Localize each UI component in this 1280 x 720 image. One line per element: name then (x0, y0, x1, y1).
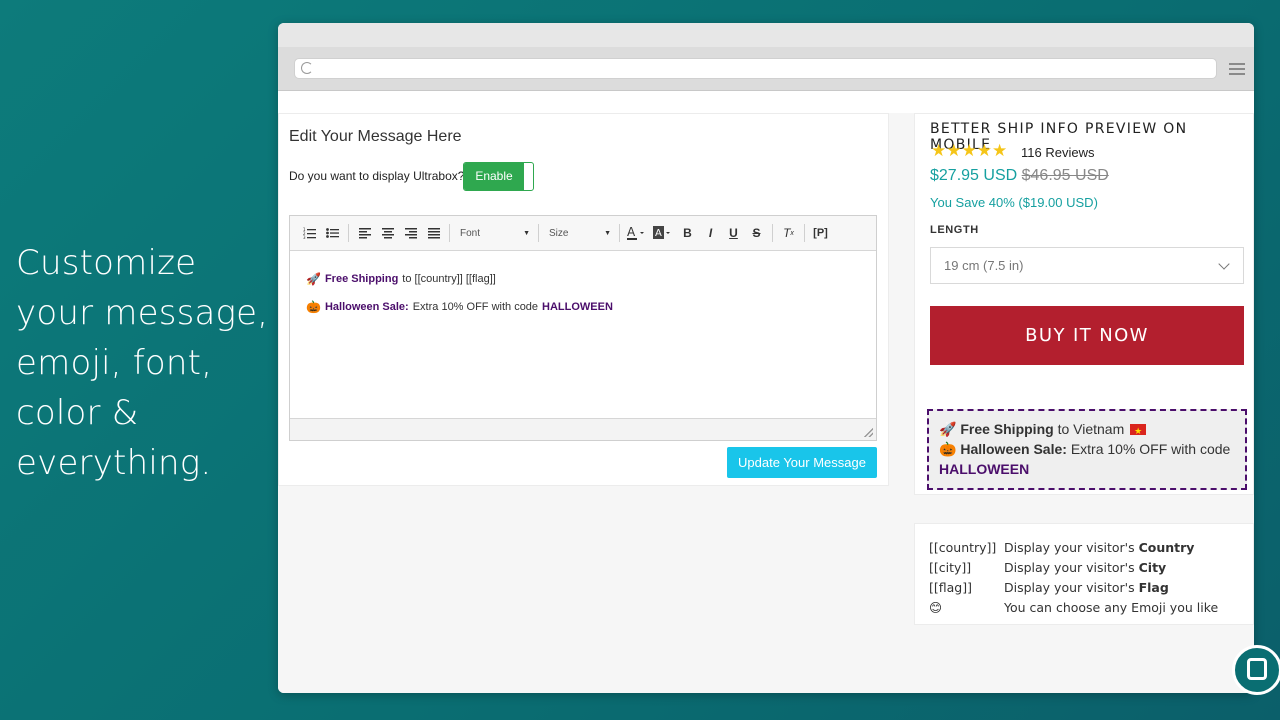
toolbar-separator (538, 224, 539, 242)
browser-toolbar (278, 47, 1254, 91)
align-right-icon[interactable] (399, 222, 422, 244)
bulleted-list-icon[interactable] (321, 222, 344, 244)
old-price: $46.95 USD (1021, 167, 1109, 184)
browser-window: Edit Your Message Here Do you want to di… (278, 23, 1254, 693)
display-question-label: Do you want to display Ultrabox? (289, 169, 465, 183)
font-dropdown-label: Font (460, 227, 481, 239)
legend-desc: You can choose any Emoji you like (1004, 599, 1219, 615)
browser-tabbar (278, 23, 1254, 47)
legend-row: 😊 You can choose any Emoji you like (929, 597, 1253, 617)
savings-text: You Save 40% ($19.00 USD) (930, 195, 1098, 210)
length-select[interactable]: 19 cm (7.5 in) (930, 247, 1244, 284)
legend-row: [[city]] Display your visitor's City (929, 557, 1253, 577)
preview-line: 🚀 Free Shipping to Vietnam (939, 419, 1235, 441)
placeholder-legend: [[country]] Display your visitor's Count… (914, 523, 1254, 625)
toolbar-separator (804, 224, 805, 242)
legend-row: [[country]] Display your visitor's Count… (929, 537, 1253, 557)
product-preview-panel: Better Ship Info Preview On Mobile ★★★★★… (914, 113, 1254, 495)
align-center-icon[interactable] (376, 222, 399, 244)
smiley-icon: 😊 (929, 599, 943, 615)
address-bar[interactable] (294, 58, 1217, 79)
font-dropdown[interactable]: Font ▼ (454, 222, 534, 244)
editor-line: 🚀 Free Shipping to [[country]] [[flag]] (306, 265, 860, 293)
legend-key: [[city]] (929, 559, 972, 575)
preview-bold-text: Free Shipping (960, 421, 1054, 437)
resize-handle-icon[interactable] (864, 428, 873, 437)
italic-icon[interactable]: I (699, 222, 722, 244)
chevron-down-icon (1218, 258, 1230, 270)
pumpkin-icon: 🎃 (939, 441, 957, 457)
editor-toolbar: 123 Font ▼ Size ▼ A A B I U S T x [P] (290, 216, 876, 251)
pumpkin-icon: 🎃 (306, 300, 321, 314)
align-left-icon[interactable] (353, 222, 376, 244)
placeholder-insert-icon[interactable]: [P] (809, 222, 832, 244)
toolbar-separator (772, 224, 773, 242)
reload-icon[interactable] (301, 62, 313, 74)
preview-bold-text: Halloween Sale: (960, 441, 1067, 457)
underline-icon[interactable]: U (722, 222, 745, 244)
line-text: to [[country]] [[flag]] (402, 273, 496, 285)
top-strip (278, 91, 1254, 113)
vietnam-flag-icon (1130, 421, 1147, 441)
svg-text:3: 3 (303, 235, 306, 239)
reviews-count[interactable]: 116 Reviews (1021, 145, 1094, 160)
rocket-icon: 🚀 (939, 421, 957, 437)
enable-toggle[interactable]: Enable (463, 162, 534, 191)
svg-text:A: A (655, 228, 662, 239)
ultrabox-preview: 🚀 Free Shipping to Vietnam 🎃 Halloween S… (927, 409, 1247, 490)
toggle-label: Enable (464, 163, 524, 190)
editor-line: 🎃 Halloween Sale: Extra 10% OFF with cod… (306, 293, 860, 321)
editor-title: Edit Your Message Here (289, 128, 462, 145)
length-value: 19 cm (7.5 in) (944, 258, 1024, 273)
background-color-icon[interactable]: A (650, 222, 676, 244)
toolbar-separator (449, 224, 450, 242)
preview-text: to Vietnam (1057, 421, 1125, 437)
legend-row: [[flag]] Display your visitor's Flag (929, 577, 1253, 597)
price: $27.95 USD $46.95 USD (930, 167, 1109, 185)
legend-desc: Display your visitor's Flag (1004, 579, 1169, 595)
svg-text:A: A (627, 226, 636, 239)
preview-text: Extra 10% OFF with code (1070, 441, 1231, 457)
toolbar-separator (619, 224, 620, 242)
legend-desc: Display your visitor's Country (1004, 539, 1195, 555)
text-color-icon[interactable]: A (624, 222, 650, 244)
chat-launcher-icon[interactable] (1232, 645, 1280, 695)
caret-down-icon: ▼ (523, 229, 530, 237)
rocket-icon: 🚀 (306, 272, 321, 286)
legend-desc: Display your visitor's City (1004, 559, 1167, 575)
line-bold-text: Free Shipping (324, 273, 399, 285)
caret-down-icon: ▼ (604, 229, 611, 237)
align-justify-icon[interactable] (422, 222, 445, 244)
editor-statusbar (290, 418, 876, 440)
message-editor-panel: Edit Your Message Here Do you want to di… (278, 113, 889, 486)
current-price: $27.95 USD (930, 167, 1018, 184)
size-dropdown-label: Size (549, 227, 569, 239)
toolbar-separator (348, 224, 349, 242)
buy-it-now-button[interactable]: BUY IT NOW (930, 306, 1244, 365)
legend-key: [[flag]] (929, 579, 972, 595)
chat-icon (1247, 658, 1267, 680)
coupon-code: HALLOWEEN (939, 461, 1030, 477)
page-content: Edit Your Message Here Do you want to di… (278, 91, 1254, 693)
numbered-list-icon[interactable]: 123 (298, 222, 321, 244)
editor-content[interactable]: 🚀 Free Shipping to [[country]] [[flag]] … (290, 251, 876, 335)
strikethrough-icon[interactable]: S (745, 222, 768, 244)
marketing-tagline: Customize your message, emoji, font, col… (16, 243, 269, 483)
legend-key: [[country]] (929, 539, 997, 555)
rating-stars-icon: ★★★★★ (931, 141, 1008, 161)
hamburger-menu-icon[interactable] (1229, 63, 1245, 75)
line-text: Extra 10% OFF with code (412, 301, 539, 313)
rich-text-editor[interactable]: 123 Font ▼ Size ▼ A A B I U S T x [P] 🚀 … (289, 215, 877, 441)
clear-format-icon[interactable]: Tx (777, 222, 800, 244)
update-message-button[interactable]: Update Your Message (727, 447, 877, 478)
bold-icon[interactable]: B (676, 222, 699, 244)
preview-line: 🎃 Halloween Sale: Extra 10% OFF with cod… (939, 439, 1235, 479)
length-label: LENGTH (930, 224, 979, 236)
size-dropdown[interactable]: Size ▼ (543, 222, 615, 244)
coupon-code: HALLOWEEN (542, 301, 613, 313)
line-bold-text: Halloween Sale: (324, 301, 409, 313)
